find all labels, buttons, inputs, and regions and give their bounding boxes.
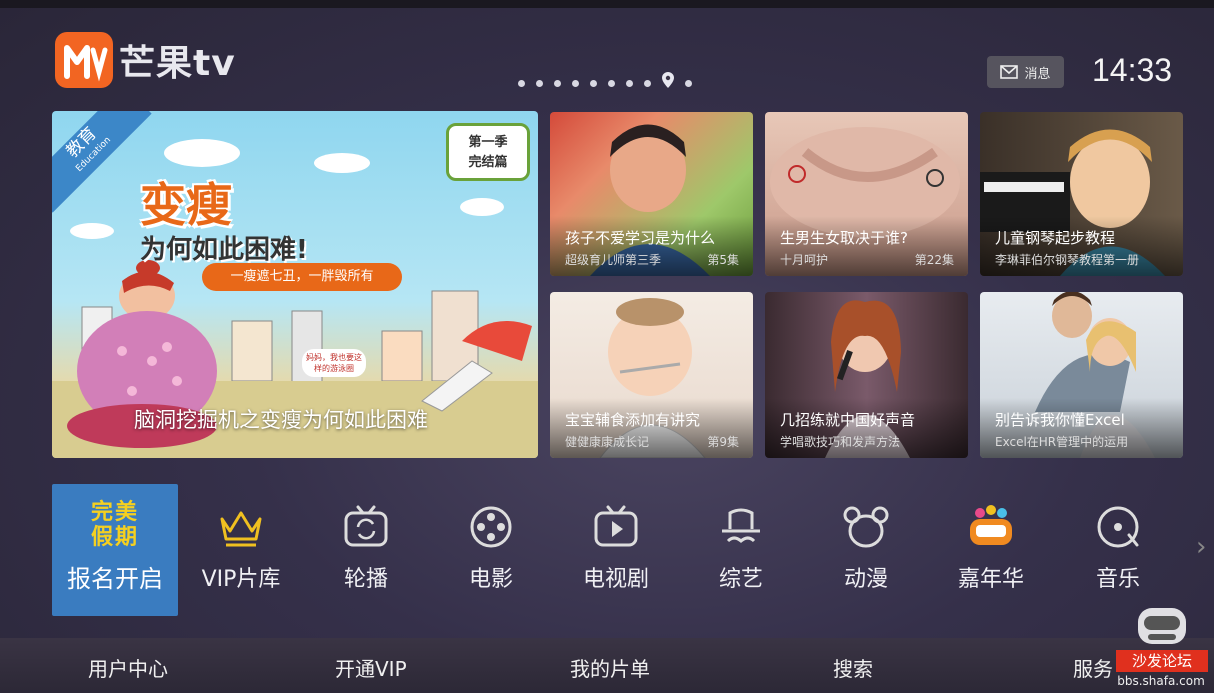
video-tile[interactable]: 儿童钢琴起步教程 李琳菲伯尔钢琴教程第一册 <box>980 112 1183 276</box>
season-badge-line1: 第一季 <box>468 135 508 150</box>
tile-title: 儿童钢琴起步教程 <box>995 229 1116 247</box>
tile-episode: 第22集 <box>914 253 954 267</box>
watermark-url: bbs.shafa.com <box>1117 674 1205 688</box>
forum-watermark: 沙发论坛 bbs.shafa.com <box>1108 600 1208 690</box>
video-tile[interactable]: 几招练就中国好声音 学唱歌技巧和发声方法 <box>765 292 968 458</box>
nav-label: 嘉年华 <box>957 567 1024 592</box>
video-tile[interactable]: 别告诉我你懂Excel Excel在HR管理中的运用 <box>980 292 1183 458</box>
nav-anime[interactable]: 动漫 <box>811 505 921 593</box>
clock: 14:33 <box>1092 52 1173 88</box>
holiday-promo-line2: 假期 <box>90 525 139 550</box>
chevron-right-icon[interactable]: › <box>1196 532 1206 562</box>
season-badge-line2: 完结篇 <box>468 155 508 170</box>
nav-variety[interactable]: 综艺 <box>686 505 796 593</box>
tile-episode: 第5集 <box>707 253 739 267</box>
nav-label: VIP片库 <box>201 567 281 592</box>
film-reel-icon <box>470 506 512 548</box>
tile-subtitle: 十月呵护 <box>780 253 829 267</box>
tile-episode: 第9集 <box>707 435 739 449</box>
tile-title: 生男生女取决于谁? <box>780 229 908 247</box>
nav-carnival[interactable]: 嘉年华 <box>936 505 1046 593</box>
sofa-logo-icon <box>1138 608 1186 644</box>
season-badge: 第一季 完结篇 <box>446 123 530 181</box>
messages-button[interactable]: 消息 <box>987 56 1064 88</box>
page-dot <box>644 79 651 87</box>
current-page-pin-icon <box>662 72 674 88</box>
page-dot <box>608 79 615 87</box>
nav-label: 综艺 <box>718 567 763 592</box>
tile-title: 孩子不爱学习是为什么 <box>565 229 716 247</box>
nav-carousel[interactable]: 轮播 <box>311 505 421 593</box>
tile-title: 几招练就中国好声音 <box>780 411 916 429</box>
bottom-my-list[interactable]: 我的片单 <box>570 653 650 682</box>
tile-subtitle: 李琳菲伯尔钢琴教程第一册 <box>995 253 1140 267</box>
nav-label: 音乐 <box>1095 567 1140 592</box>
music-disc-icon <box>1097 506 1139 548</box>
page-dot <box>572 79 579 87</box>
nav-label: 电视剧 <box>582 567 649 592</box>
mango-logo-icon <box>55 32 113 88</box>
tile-subtitle: 学唱歌技巧和发声方法 <box>780 435 901 449</box>
video-tile[interactable]: 孩子不爱学习是为什么 超级育儿师第三季 第5集 <box>550 112 753 276</box>
bottom-service[interactable]: 服务 <box>1073 653 1113 682</box>
nav-vip-library[interactable]: VIP片库 <box>186 505 296 593</box>
app-logo: 芒果tv <box>55 32 236 88</box>
tile-title: 别告诉我你懂Excel <box>995 411 1125 429</box>
holiday-promo-line1: 完美 <box>90 500 139 525</box>
nav-music[interactable]: 音乐 <box>1063 505 1173 593</box>
hat-mustache-icon <box>722 508 760 543</box>
page-dot <box>685 79 692 87</box>
bear-icon <box>843 506 889 548</box>
bottom-open-vip[interactable]: 开通VIP <box>335 653 407 682</box>
holiday-signup-tile[interactable]: 完美 假期 报名开启 <box>52 484 178 616</box>
tile-subtitle: 健健康康成长记 <box>565 435 650 449</box>
nav-label: 轮播 <box>343 567 388 592</box>
bottom-bar: 用户中心 开通VIP 我的片单 搜索 服务 <box>0 638 1214 693</box>
page-dot <box>518 79 525 87</box>
page-indicator <box>518 72 692 91</box>
bottom-search[interactable]: 搜索 <box>833 653 873 682</box>
tile-title: 宝宝辅食添加有讲究 <box>565 411 701 429</box>
tv-play-icon <box>594 505 638 547</box>
page-dot <box>590 79 597 87</box>
poster-headline: 变瘦 <box>140 178 232 232</box>
messages-label: 消息 <box>1024 66 1051 82</box>
top-edge <box>0 0 1214 8</box>
hero-title: 脑洞挖掘机之变瘦为何如此困难 <box>134 408 428 432</box>
poster-speech-bubble: 妈妈，我也要这样的游泳圈 <box>302 349 366 377</box>
page-dot <box>626 79 633 87</box>
poster-slogan: 一瘦遮七丑，一胖毁所有 <box>202 263 402 291</box>
carnival-badge-icon <box>970 505 1012 545</box>
hero-tile[interactable]: 变瘦 为何如此困难! 一瘦遮七丑，一胖毁所有 妈妈，我也要这样的游泳圈 教育 E… <box>52 111 538 458</box>
video-tile[interactable]: 生男生女取决于谁? 十月呵护 第22集 <box>765 112 968 276</box>
tile-subtitle: 超级育儿师第三季 <box>565 253 662 267</box>
nav-label: 电影 <box>468 567 513 592</box>
carousel-tv-icon <box>344 505 388 547</box>
bottom-user-center[interactable]: 用户中心 <box>88 653 168 682</box>
nav-label: 动漫 <box>843 567 888 592</box>
tile-subtitle: Excel在HR管理中的运用 <box>995 435 1129 449</box>
page-dot <box>536 79 543 87</box>
watermark-name: 沙发论坛 <box>1116 650 1208 672</box>
nav-tv-series[interactable]: 电视剧 <box>561 505 671 593</box>
app-name: 芒果tv <box>119 43 236 84</box>
nav-movies[interactable]: 电影 <box>436 505 546 593</box>
poster-subheadline: 为何如此困难! <box>140 235 308 265</box>
page-dot <box>554 79 561 87</box>
video-tile[interactable]: 宝宝辅食添加有讲究 健健康康成长记 第9集 <box>550 292 753 458</box>
holiday-signup-label: 报名开启 <box>67 565 163 593</box>
crown-icon <box>220 511 262 547</box>
mail-icon <box>1000 65 1019 79</box>
